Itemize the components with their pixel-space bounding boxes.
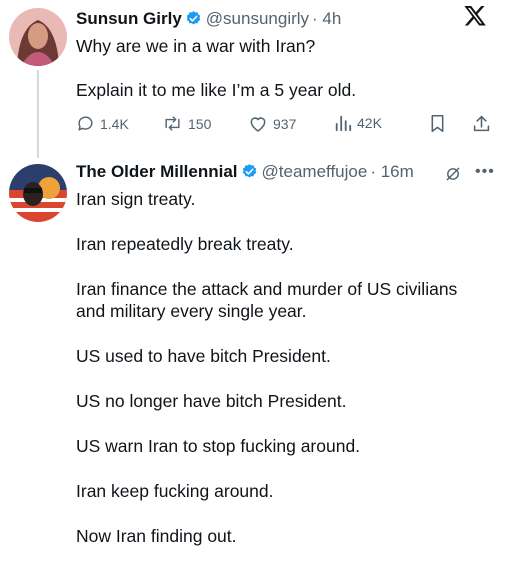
reply-count: 1.4K	[100, 115, 129, 132]
repost-count: 150	[188, 115, 212, 132]
more-icon[interactable]: •••	[475, 163, 495, 181]
tweet-header: Sunsun Girly @sunsungirly · 4h	[76, 9, 341, 32]
reply-paragraph: Now Iran finding out.	[76, 526, 237, 546]
reply-tweet: The Older Millennial @teameffujoe · 16m ••…	[0, 158, 506, 565]
views-count: 42K	[357, 115, 382, 131]
author-name[interactable]: The Older Millennial	[76, 162, 238, 181]
tweet-text: Why are we in a war with Iran? Explain i…	[76, 35, 356, 101]
author-name[interactable]: Sunsun Girly	[76, 9, 182, 28]
repost-icon	[162, 114, 183, 133]
reply-paragraph: US warn Iran to stop fucking around.	[76, 436, 361, 456]
tweet-actions: 1.4K 150 937 42K	[76, 114, 491, 138]
original-tweet: Sunsun Girly @sunsungirly · 4h Why are we …	[0, 0, 506, 160]
reply-paragraph: Iran repeatedly break treaty.	[76, 234, 294, 254]
reply-paragraph: US no longer have bitch President.	[76, 391, 347, 411]
grok-icon[interactable]	[445, 166, 461, 187]
views-icon	[334, 114, 352, 132]
x-logo-icon	[464, 6, 486, 31]
verified-badge-icon	[241, 163, 258, 185]
share-icon	[472, 114, 491, 133]
tweet-line: Explain it to me like I’m a 5 year old.	[76, 80, 357, 100]
verified-badge-icon	[185, 10, 202, 32]
like-button[interactable]: 937	[248, 114, 296, 133]
reply-author-avatar[interactable]	[9, 164, 67, 222]
heart-icon	[248, 114, 268, 133]
tweet-time[interactable]: · 4h	[312, 9, 341, 28]
tweet-header: The Older Millennial @teameffujoe · 16m	[76, 162, 414, 185]
reply-paragraph: Iran sign treaty.	[76, 189, 196, 209]
views-button[interactable]: 42K	[334, 114, 382, 132]
share-button[interactable]	[472, 114, 491, 133]
thread-line	[37, 70, 39, 158]
tweet-time[interactable]: · 16m	[370, 162, 413, 181]
repost-button[interactable]: 150	[162, 114, 211, 133]
author-handle[interactable]: @teameffujoe	[262, 162, 368, 181]
like-count: 937	[273, 115, 297, 132]
reply-button[interactable]: 1.4K	[76, 114, 129, 133]
bookmark-icon	[429, 114, 446, 133]
reply-icon	[76, 114, 95, 133]
reply-text: Iran sign treaty. Iran repeatedly break …	[76, 188, 491, 547]
reply-paragraph: Iran keep fucking around.	[76, 481, 274, 501]
author-handle[interactable]: @sunsungirly	[206, 9, 309, 28]
reply-paragraph: US used to have bitch President.	[76, 346, 331, 366]
bookmark-button[interactable]	[429, 114, 446, 133]
tweet-line: Why are we in a war with Iran?	[76, 36, 316, 56]
author-avatar[interactable]	[9, 8, 67, 66]
reply-paragraph: Iran finance the attack and murder of US…	[76, 279, 458, 321]
